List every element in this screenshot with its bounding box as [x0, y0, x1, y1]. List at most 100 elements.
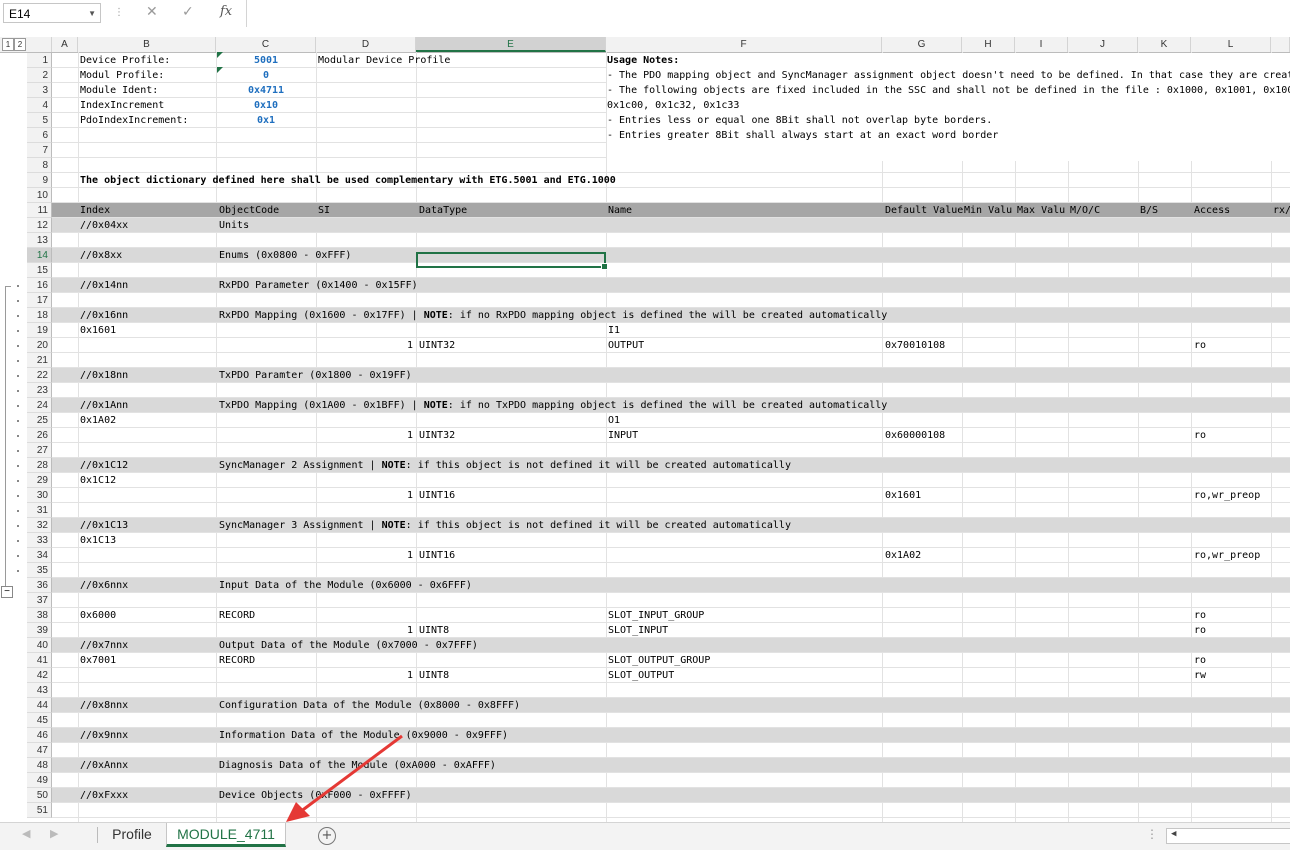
row-header[interactable]: 12: [27, 218, 52, 233]
row-header[interactable]: 5: [27, 113, 52, 128]
row-header[interactable]: 36: [27, 578, 52, 593]
row-header[interactable]: 13: [27, 233, 52, 248]
row-header[interactable]: 14: [27, 248, 52, 263]
cell-g[interactable]: 0x60000108: [885, 428, 945, 443]
row-header[interactable]: 47: [27, 743, 52, 758]
cell-b[interactable]: 0x1601: [80, 323, 116, 338]
col-header-m[interactable]: [1271, 37, 1290, 52]
cell-f[interactable]: I1: [608, 323, 620, 338]
row-cells[interactable]: 1 UINT16 0x1601 ro,wr_preop: [52, 488, 1290, 503]
cell-f[interactable]: O1: [608, 413, 620, 428]
selected-cell-e14[interactable]: [416, 252, 608, 270]
row-cells[interactable]: 0x1601 I1: [52, 323, 1290, 338]
cell-c[interactable]: RECORD: [219, 653, 255, 668]
row-cells[interactable]: [52, 383, 1290, 398]
row-header[interactable]: 4: [27, 98, 52, 113]
row-cells[interactable]: [52, 743, 1290, 758]
cell-b[interactable]: //0xFxxx: [80, 788, 128, 803]
cell-b[interactable]: 0x1A02: [80, 413, 116, 428]
collapse-group-button[interactable]: −: [1, 586, 13, 598]
cell-e[interactable]: UINT32: [419, 428, 455, 443]
row-header[interactable]: 44: [27, 698, 52, 713]
outline-level-2-button[interactable]: 2: [14, 38, 26, 51]
row-cells[interactable]: //0x1Ann TxPDO Mapping (0x1A00 - 0x1BFF) …: [52, 398, 1290, 413]
cell-g[interactable]: 0x1601: [885, 488, 921, 503]
col-header-l[interactable]: L: [1191, 37, 1271, 52]
cell-f[interactable]: SLOT_INPUT: [608, 623, 668, 638]
row-cells[interactable]: 1 UINT8 SLOT_INPUT ro: [52, 623, 1290, 638]
cell-l[interactable]: rw: [1194, 668, 1206, 683]
row-header[interactable]: 37: [27, 593, 52, 608]
row-header[interactable]: 32: [27, 518, 52, 533]
profile-value[interactable]: 0x1: [216, 113, 316, 128]
cell-b[interactable]: //0x18nn: [80, 368, 128, 383]
row-header[interactable]: 46: [27, 728, 52, 743]
scroll-tabs-left-icon[interactable]: ◀: [22, 827, 30, 840]
row-header[interactable]: 33: [27, 533, 52, 548]
enter-check-icon[interactable]: ✓: [182, 4, 194, 20]
row-cells[interactable]: //0x8xx Enums (0x0800 - 0xFFF): [52, 248, 1290, 263]
col-header-a[interactable]: A: [52, 37, 78, 52]
row-header[interactable]: 9: [27, 173, 52, 188]
row-cells[interactable]: //0x04xx Units: [52, 218, 1290, 233]
cell-b[interactable]: //0x9nnx: [80, 728, 128, 743]
col-header-e[interactable]: E: [416, 37, 606, 52]
cell-b[interactable]: //0x16nn: [80, 308, 128, 323]
cell-c[interactable]: Units: [219, 218, 249, 233]
row-header[interactable]: 1: [27, 53, 52, 68]
cell-c[interactable]: Input Data of the Module (0x6000 - 0x6FF…: [219, 578, 472, 593]
row-cells[interactable]: [52, 713, 1290, 728]
scroll-tabs-right-icon[interactable]: ▶: [50, 827, 58, 840]
row-cells[interactable]: //0x1C12 SyncManager 2 Assignment | NOTE:…: [52, 458, 1290, 473]
row-cells[interactable]: 1 UINT16 0x1A02 ro,wr_preop: [52, 548, 1290, 563]
cell-d[interactable]: 1: [316, 623, 413, 638]
row-cells[interactable]: [52, 563, 1290, 578]
row-header[interactable]: 26: [27, 428, 52, 443]
formula-input[interactable]: [248, 0, 1290, 27]
row-header[interactable]: 22: [27, 368, 52, 383]
more-options-icon[interactable]: ⋮: [114, 7, 124, 18]
cell-l[interactable]: ro: [1194, 428, 1206, 443]
row-cells[interactable]: [52, 263, 1290, 278]
row-header[interactable]: 25: [27, 413, 52, 428]
row-cells[interactable]: [52, 353, 1290, 368]
row-header[interactable]: 51: [27, 803, 52, 818]
row-cells[interactable]: 0x1C12: [52, 473, 1290, 488]
col-header-c[interactable]: C: [216, 37, 316, 52]
cell-d[interactable]: 1: [316, 488, 413, 503]
row-cells[interactable]: //0xAnnx Diagnosis Data of the Module (0x…: [52, 758, 1290, 773]
row-header[interactable]: 23: [27, 383, 52, 398]
comment-indicator[interactable]: [217, 67, 223, 73]
row-cells[interactable]: [52, 683, 1290, 698]
cell-e[interactable]: UINT8: [419, 623, 449, 638]
row-header[interactable]: 10: [27, 188, 52, 203]
outline-level-1-button[interactable]: 1: [2, 38, 14, 51]
cell-b[interactable]: //0xAnnx: [80, 758, 128, 773]
col-header-d[interactable]: D: [316, 37, 416, 52]
cell-c[interactable]: Enums (0x0800 - 0xFFF): [219, 248, 351, 263]
row-header[interactable]: 31: [27, 503, 52, 518]
row-header[interactable]: 27: [27, 443, 52, 458]
cell-b[interactable]: //0x1C12: [80, 458, 128, 473]
row-cells[interactable]: 1 UINT8 SLOT_OUTPUT rw: [52, 668, 1290, 683]
cell-b[interactable]: //0x14nn: [80, 278, 128, 293]
cell-g[interactable]: 0x70010108: [885, 338, 945, 353]
col-header-g[interactable]: G: [882, 37, 962, 52]
col-header-i[interactable]: I: [1015, 37, 1068, 52]
scroll-left-icon[interactable]: ◀: [1171, 829, 1176, 839]
row-header[interactable]: 45: [27, 713, 52, 728]
row-header[interactable]: 8: [27, 158, 52, 173]
row-cells[interactable]: //0x16nn RxPDO Mapping (0x1600 - 0x17FF) …: [52, 308, 1290, 323]
row-cells[interactable]: [52, 293, 1290, 308]
cell-b[interactable]: //0x1Ann: [80, 398, 128, 413]
cell-f[interactable]: SLOT_OUTPUT: [608, 668, 674, 683]
insert-function-icon[interactable]: fx: [220, 4, 232, 19]
row-header[interactable]: 50: [27, 788, 52, 803]
row-header[interactable]: 39: [27, 623, 52, 638]
cell-f[interactable]: SLOT_INPUT_GROUP: [608, 608, 704, 623]
row-header[interactable]: 34: [27, 548, 52, 563]
cell-f[interactable]: OUTPUT: [608, 338, 644, 353]
cell-b[interactable]: 0x7001: [80, 653, 116, 668]
cell-c[interactable]: Device Objects (0xF000 - 0xFFFF): [219, 788, 412, 803]
cell-b[interactable]: //0x6nnx: [80, 578, 128, 593]
